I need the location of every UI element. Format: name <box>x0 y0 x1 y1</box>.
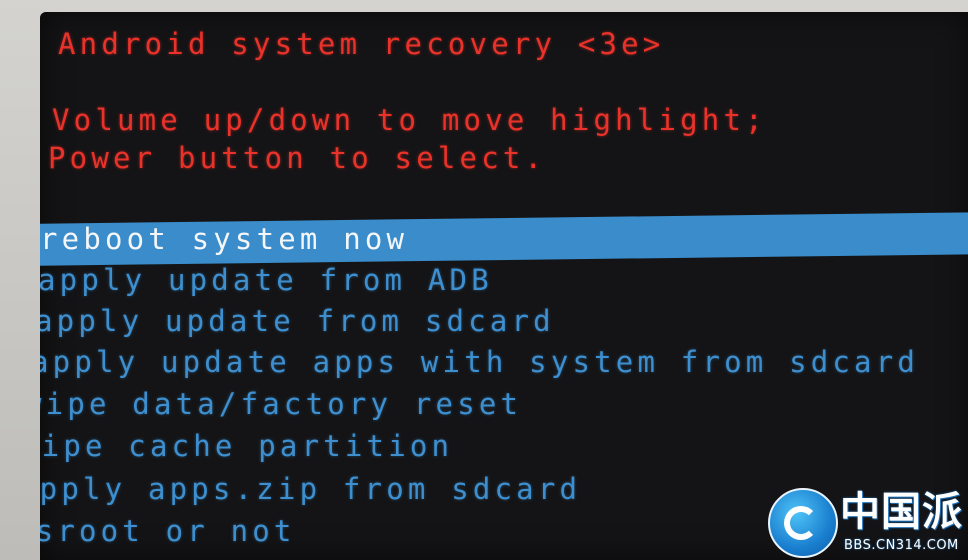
watermark-logo: 中国派 BBS.CN314.COM <box>768 486 968 560</box>
menu-item-isroot-or-not[interactable]: isroot or not <box>40 513 296 549</box>
menu-item-apply-update-adb[interactable]: apply update from ADB <box>40 262 493 298</box>
menu-item-apply-update-apps-system[interactable]: apply update apps with system from sdcar… <box>40 344 919 380</box>
recovery-screen: Android system recovery <3e> Volume up/d… <box>40 12 968 560</box>
recovery-title: Android system recovery <3e> <box>58 27 665 61</box>
instruction-line-2: Power button to select. <box>48 141 547 175</box>
watermark-name: 中国派 <box>840 489 963 535</box>
menu-item-apply-update-sdcard[interactable]: apply update from sdcard <box>40 303 555 339</box>
menu-item-wipe-data-factory-reset[interactable]: wipe data/factory reset <box>40 386 522 422</box>
watermark-url: BBS.CN314.COM <box>844 538 959 553</box>
cn314-logo-icon <box>768 488 838 558</box>
menu-item-apply-apps-zip[interactable]: apply apps.zip from sdcard <box>40 471 581 507</box>
menu-item-reboot-system-now[interactable]: reboot system now <box>40 221 408 257</box>
menu-item-wipe-cache-partition[interactable]: wipe cache partition <box>40 428 453 464</box>
instruction-line-1: Volume up/down to move highlight; <box>52 103 767 137</box>
